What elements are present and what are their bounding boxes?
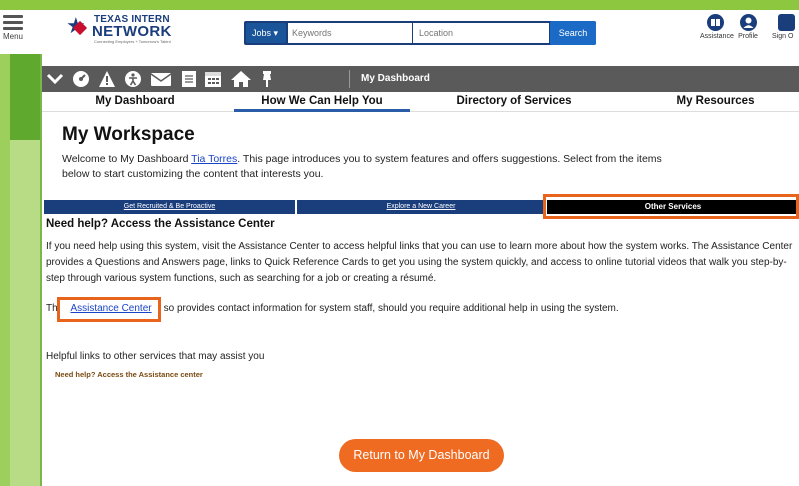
- para2-prefix: Th: [46, 303, 58, 314]
- alert-icon[interactable]: [98, 70, 116, 88]
- keyword-input[interactable]: [288, 23, 412, 43]
- search-button[interactable]: Search: [550, 21, 596, 45]
- dashboard-gauge-icon[interactable]: [72, 70, 90, 88]
- home-icon[interactable]: [230, 70, 252, 88]
- menu-button[interactable]: Menu: [0, 12, 26, 52]
- tab-directory-of-services[interactable]: Directory of Services: [414, 92, 614, 112]
- accessibility-icon[interactable]: [124, 70, 142, 88]
- jobs-select[interactable]: Jobs ▾: [246, 23, 286, 43]
- location-input[interactable]: [413, 23, 549, 43]
- para2-suffix: so provides contact information for syst…: [163, 303, 619, 314]
- mail-icon[interactable]: [150, 70, 172, 88]
- toolbar-title: My Dashboard: [361, 73, 430, 84]
- sign-out-link[interactable]: Sign O: [772, 14, 799, 40]
- chevron-down-icon[interactable]: [46, 70, 64, 88]
- caret-down-icon: ▾: [273, 28, 279, 38]
- logo-tagline: Connecting Employers + Tomorrow's Talent: [94, 39, 171, 44]
- document-icon[interactable]: [180, 70, 198, 88]
- logo-line2: NETWORK: [92, 23, 172, 40]
- assistance-paragraph: If you need help using this system, visi…: [46, 241, 793, 284]
- assistance-center-link[interactable]: Assistance Center: [70, 303, 151, 314]
- return-to-dashboard-button[interactable]: Return to My Dashboard: [339, 439, 504, 472]
- hamburger-icon: [0, 15, 26, 30]
- search-bar: Jobs ▾ Search: [244, 21, 596, 45]
- site-logo[interactable]: ★ TEXAS INTERN NETWORK Connecting Employ…: [66, 13, 186, 47]
- green-frame-top: [0, 0, 799, 10]
- profile-link[interactable]: Profile: [733, 14, 763, 40]
- highlight-other-services: [543, 194, 799, 219]
- intro-before: Welcome to My Dashboard: [62, 153, 192, 165]
- dashboard-toolbar: My Dashboard: [42, 66, 799, 92]
- tab-my-dashboard[interactable]: My Dashboard: [42, 92, 228, 112]
- green-frame-band: [10, 52, 40, 140]
- helpful-assistance-link[interactable]: Need help? Access the Assistance center: [55, 370, 203, 379]
- jobs-select-label: Jobs: [252, 28, 272, 38]
- helpful-links-heading: Helpful links to other services that may…: [46, 351, 265, 362]
- sign-out-label: Sign O: [772, 33, 794, 40]
- assistance-link[interactable]: Assistance: [700, 14, 734, 40]
- tab-my-resources[interactable]: My Resources: [632, 92, 799, 112]
- assistance-label: Assistance: [700, 33, 734, 40]
- contact-paragraph: Th Assistance Center so provides contact …: [46, 303, 799, 314]
- green-frame-inner: [10, 140, 40, 486]
- main-nav: My Dashboard How We Can Help You Directo…: [42, 92, 799, 112]
- sign-out-icon: [778, 14, 795, 31]
- site-header: Menu ★ TEXAS INTERN NETWORK Connecting E…: [0, 10, 799, 54]
- tab-how-we-can-help[interactable]: How We Can Help You: [234, 92, 410, 112]
- calendar-icon[interactable]: [204, 70, 222, 88]
- assistance-icon: [706, 14, 724, 31]
- page-title: My Workspace: [62, 124, 195, 145]
- tab-get-recruited[interactable]: Get Recruited & Be Proactive: [44, 200, 295, 214]
- intro-text: Welcome to My Dashboard Tia Torres. This…: [62, 152, 682, 182]
- tab-explore-career[interactable]: Explore a New Career: [297, 200, 545, 214]
- profile-label: Profile: [738, 33, 758, 40]
- pin-icon[interactable]: [258, 70, 276, 88]
- section-heading: Need help? Access the Assistance Center: [46, 218, 275, 230]
- menu-label: Menu: [2, 32, 23, 41]
- user-name-link[interactable]: Tia Torres: [191, 153, 237, 165]
- profile-icon: [739, 14, 757, 31]
- green-frame-left: [0, 52, 10, 486]
- toolbar-divider: [349, 70, 350, 88]
- green-frame-line: [40, 52, 42, 486]
